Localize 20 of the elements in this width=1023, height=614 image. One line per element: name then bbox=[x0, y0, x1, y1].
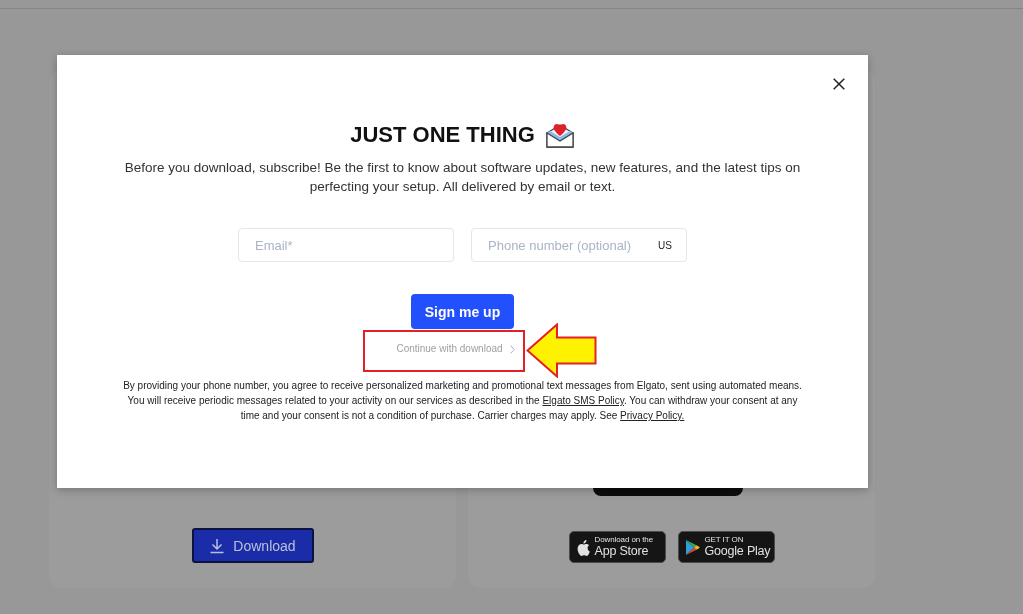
play-icon bbox=[684, 538, 700, 556]
policy-link[interactable]: Elgato SMS Policy bbox=[542, 395, 624, 406]
download-icon bbox=[209, 537, 226, 554]
dialog-description: Before you download, subscribe! Be the first to know about software updates, new features, and the latest tips on perfecting your setup. All delivered by email or text. bbox=[123, 159, 802, 196]
email-field[interactable]: Email* bbox=[238, 228, 454, 262]
store-badge[interactable]: Download on the App Store bbox=[568, 531, 666, 563]
close-icon bbox=[833, 78, 845, 90]
apple-icon bbox=[575, 538, 590, 556]
country-code[interactable]: US bbox=[658, 239, 672, 251]
store-badge[interactable]: GET IT ON Google Play bbox=[677, 531, 775, 563]
policy-link[interactable]: Privacy Policy. bbox=[620, 410, 685, 421]
legal-text: By providing your phone number, you agree to receive personalized marketing and promotional text messages from Elgato, sent using automated means. You will receive periodic messages related to your activity on our services as described in the Elgato SMS Policy. You can withdraw your consent at any time and your consent is not a condition of purchase. Carrier charges may apply. See Privacy Policy. bbox=[122, 379, 803, 423]
phone-field[interactable]: Phone number (optional) US bbox=[471, 228, 687, 262]
download-button[interactable]: Download bbox=[191, 528, 314, 563]
envelope-heart-icon bbox=[544, 122, 575, 148]
arrow-annotation bbox=[526, 323, 597, 378]
sign-up-button[interactable]: Sign me up bbox=[411, 294, 514, 329]
dialog-title: JUST ONE THING bbox=[350, 121, 535, 149]
close-button[interactable] bbox=[833, 78, 845, 90]
chevron-right-icon bbox=[509, 344, 515, 354]
